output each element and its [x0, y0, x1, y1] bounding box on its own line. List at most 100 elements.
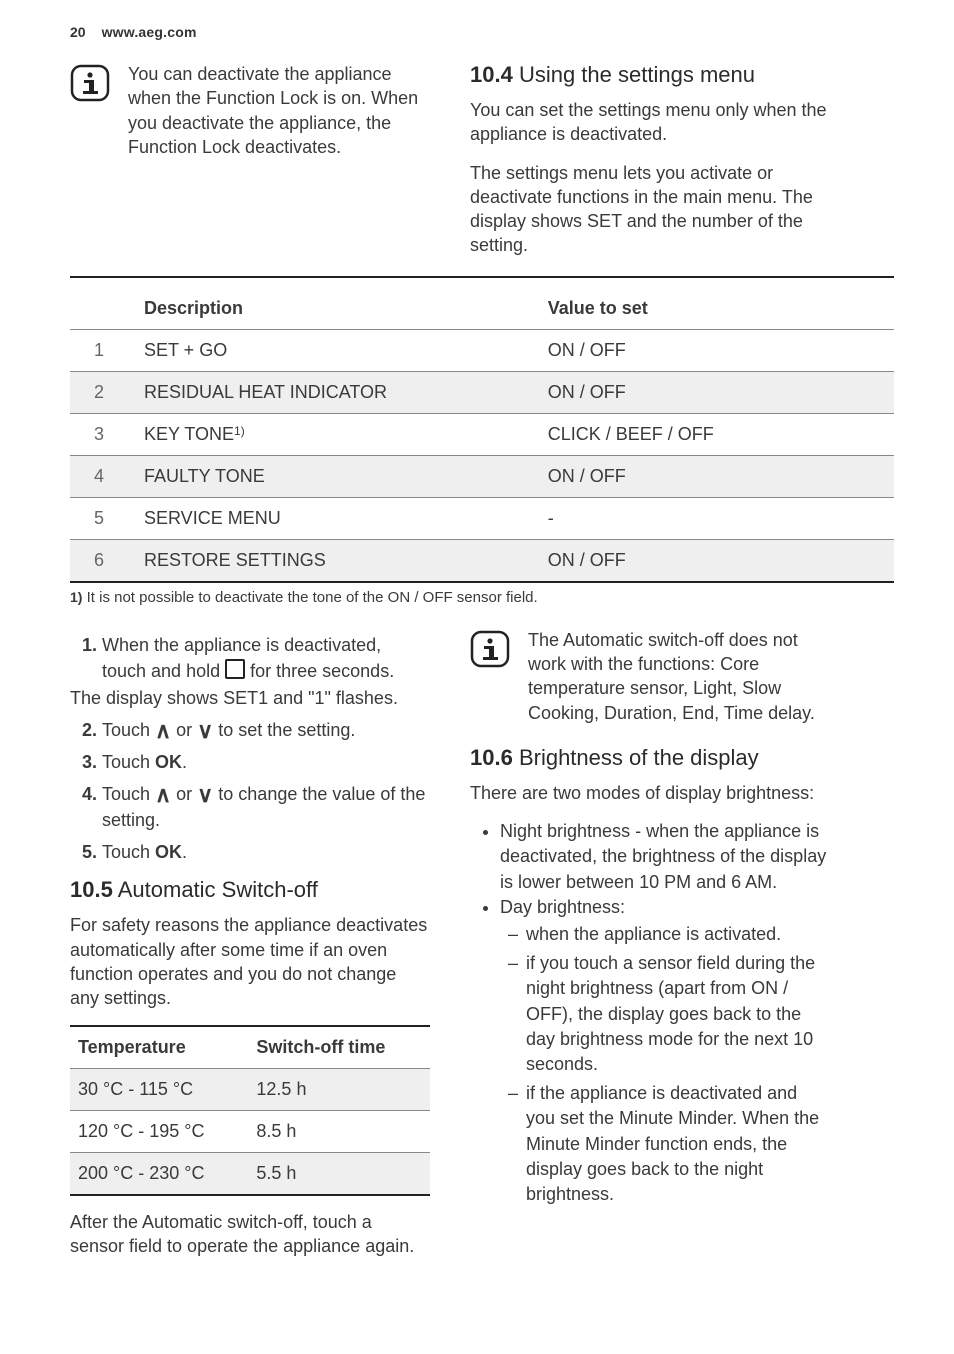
table-row: 2 RESIDUAL HEAT INDICATOR ON / OFF	[70, 371, 894, 413]
table-row: 120 °C - 195 °C 8.5 h	[70, 1110, 430, 1152]
cell-val: -	[540, 497, 894, 539]
cell-val: ON / OFF	[540, 371, 894, 413]
cell-temp: 120 °C - 195 °C	[70, 1110, 248, 1152]
table-footnote: 1) It is not possible to deactivate the …	[70, 589, 894, 606]
cell-desc-text: KEY TONE	[144, 424, 234, 444]
th-val: Value to set	[540, 288, 894, 330]
chevron-down-icon: ∨	[197, 718, 213, 743]
settings-table-wrap: Description Value to set 1 SET + GO ON /…	[70, 276, 894, 606]
list-item: Day brightness: when the appliance is ac…	[500, 895, 830, 1207]
cell-desc: RESTORE SETTINGS	[136, 539, 540, 582]
step-item: When the appliance is deactivated, touch…	[102, 632, 430, 684]
ok-label: OK	[155, 752, 182, 772]
table-row: 1 SET + GO ON / OFF	[70, 329, 894, 371]
info-icon	[70, 64, 110, 107]
steps-list: When the appliance is deactivated, touch…	[70, 632, 430, 684]
info-note-right: The Automatic switch-off does not work w…	[470, 628, 830, 725]
step-text: Touch	[102, 842, 155, 862]
table-row: 200 °C - 230 °C 5.5 h	[70, 1152, 430, 1195]
row-intro: You can deactivate the appliance when th…	[70, 62, 894, 272]
para-10-5-1: For safety reasons the appliance deactiv…	[70, 913, 430, 1010]
brightness-list: Night brightness - when the appliance is…	[470, 819, 830, 1207]
list-item: when the appliance is activated.	[526, 922, 830, 947]
step-text: Touch	[102, 752, 155, 772]
cell-idx: 4	[70, 455, 136, 497]
heading-10-5: 10.5 Automatic Switch-off	[70, 877, 430, 903]
footnote-text: It is not possible to deactivate the ton…	[82, 589, 537, 606]
step-text: for three seconds.	[245, 661, 394, 681]
heading-title: Automatic Switch-off	[118, 877, 318, 902]
para-10-4-2: The settings menu lets you activate or d…	[470, 161, 830, 258]
table-row: 6 RESTORE SETTINGS ON / OFF	[70, 539, 894, 582]
footnote-ref: 1)	[234, 424, 245, 438]
step-under-1: The display shows SET1 and "1" flashes.	[70, 688, 430, 709]
info-note-text: The Automatic switch-off does not work w…	[528, 628, 830, 725]
chevron-up-icon: ∧	[155, 782, 171, 807]
step-text: Touch	[102, 720, 155, 740]
th-desc: Description	[136, 288, 540, 330]
step-text: .	[182, 842, 187, 862]
step-text: or	[171, 784, 197, 804]
heading-number: 10.6	[470, 745, 513, 770]
heading-10-6: 10.6 Brightness of the display	[470, 745, 830, 771]
cell-temp: 30 °C - 115 °C	[70, 1068, 248, 1110]
para-10-6-1: There are two modes of display brightnes…	[470, 781, 830, 805]
cell-idx: 1	[70, 329, 136, 371]
cell-idx: 3	[70, 413, 136, 455]
list-item: if you touch a sensor field during the n…	[526, 951, 830, 1077]
table-row: 4 FAULTY TONE ON / OFF	[70, 455, 894, 497]
cell-desc: FAULTY TONE	[136, 455, 540, 497]
cell-idx: 2	[70, 371, 136, 413]
step-item: Touch OK.	[102, 839, 430, 865]
step-text: Touch	[102, 784, 155, 804]
list-item: Night brightness - when the appliance is…	[500, 819, 830, 895]
chevron-down-icon: ∨	[197, 782, 213, 807]
header-url: www.aeg.com	[102, 24, 197, 40]
cell-temp: 200 °C - 230 °C	[70, 1152, 248, 1195]
step-text: to set the setting.	[213, 720, 355, 740]
cell-desc: RESIDUAL HEAT INDICATOR	[136, 371, 540, 413]
brightness-sublist: when the appliance is activated. if you …	[500, 922, 830, 1207]
th-time: Switch-off time	[248, 1026, 430, 1069]
footnote-num: 1)	[70, 589, 82, 605]
heading-title: Brightness of the display	[519, 745, 759, 770]
cell-time: 5.5 h	[248, 1152, 430, 1195]
settings-table: Description Value to set 1 SET + GO ON /…	[70, 288, 894, 583]
cell-desc: SERVICE MENU	[136, 497, 540, 539]
info-icon	[470, 630, 510, 673]
cell-val: ON / OFF	[540, 329, 894, 371]
list-item-text: Day brightness:	[500, 897, 625, 917]
table-row: 3 KEY TONE1) CLICK / BEEF / OFF	[70, 413, 894, 455]
page-header: 20 www.aeg.com	[70, 24, 894, 40]
heading-title: Using the settings menu	[519, 62, 755, 87]
cell-val: CLICK / BEEF / OFF	[540, 413, 894, 455]
cell-time: 12.5 h	[248, 1068, 430, 1110]
heading-10-4: 10.4 Using the settings menu	[470, 62, 830, 88]
page-number: 20	[70, 24, 86, 40]
page: 20 www.aeg.com You can deactivate the ap…	[0, 0, 954, 1354]
cell-idx: 5	[70, 497, 136, 539]
table-row: 5 SERVICE MENU -	[70, 497, 894, 539]
heading-number: 10.4	[470, 62, 513, 87]
row-body: When the appliance is deactivated, touch…	[70, 628, 894, 1272]
switchoff-table: Temperature Switch-off time 30 °C - 115 …	[70, 1025, 430, 1196]
step-item: Touch ∧ or ∨ to set the setting.	[102, 717, 430, 743]
th-blank	[70, 288, 136, 330]
steps-list: Touch ∧ or ∨ to set the setting. Touch O…	[70, 717, 430, 865]
step-item: Touch ∧ or ∨ to change the value of the …	[102, 781, 430, 833]
th-temp: Temperature	[70, 1026, 248, 1069]
para-10-4-1: You can set the settings menu only when …	[470, 98, 830, 147]
cell-val: ON / OFF	[540, 539, 894, 582]
table-row: 30 °C - 115 °C 12.5 h	[70, 1068, 430, 1110]
cell-desc: KEY TONE1)	[136, 413, 540, 455]
cell-idx: 6	[70, 539, 136, 582]
step-item: Touch OK.	[102, 749, 430, 775]
ok-label: OK	[155, 842, 182, 862]
heading-number: 10.5	[70, 877, 113, 902]
para-10-5-2: After the Automatic switch-off, touch a …	[70, 1210, 430, 1259]
info-note-top: You can deactivate the appliance when th…	[70, 62, 430, 159]
list-item: if the appliance is deactivated and you …	[526, 1081, 830, 1207]
step-text: .	[182, 752, 187, 772]
step-text: or	[171, 720, 197, 740]
info-note-text: You can deactivate the appliance when th…	[128, 62, 430, 159]
